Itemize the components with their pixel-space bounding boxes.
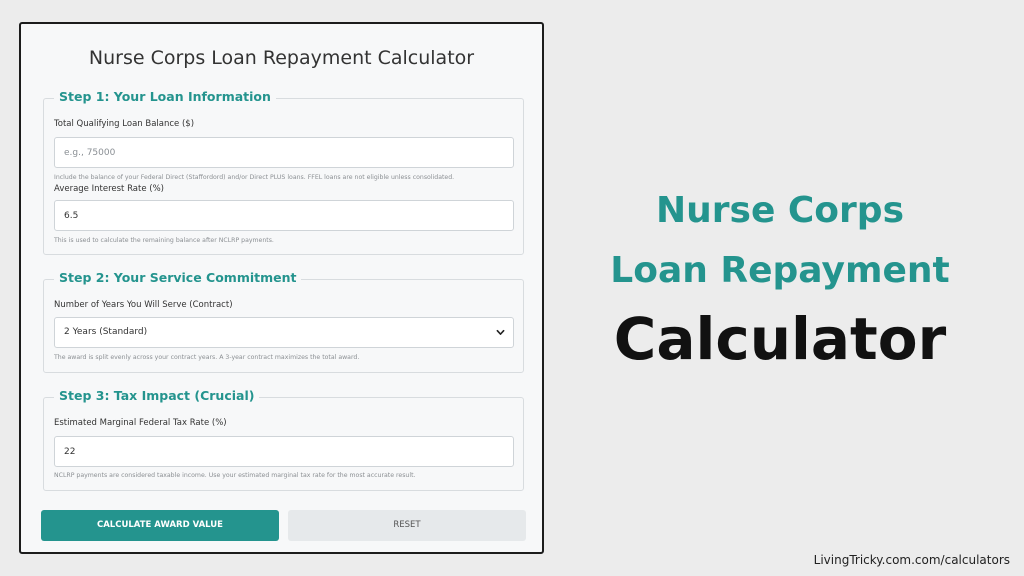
chevron-down-icon: [496, 329, 505, 335]
service-years-label: Number of Years You Will Serve (Contract…: [54, 300, 233, 310]
step3-section: Step 3: Tax Impact (Crucial) Estimated M…: [43, 388, 524, 491]
loan-balance-input[interactable]: [54, 137, 514, 168]
tax-rate-input[interactable]: [54, 436, 514, 467]
service-years-selected-value: 2 Years (Standard): [64, 327, 148, 337]
hero-line-1: Nurse Corps: [656, 190, 904, 231]
interest-rate-input[interactable]: [54, 200, 514, 231]
step2-heading: Step 2: Your Service Commitment: [54, 270, 302, 285]
tax-rate-hint: NCLRP payments are considered taxable in…: [54, 472, 416, 479]
step2-section: Step 2: Your Service Commitment Number o…: [43, 270, 524, 373]
calculator-card: Nurse Corps Loan Repayment Calculator St…: [19, 22, 544, 554]
step3-heading: Step 3: Tax Impact (Crucial): [54, 388, 260, 403]
interest-rate-hint: This is used to calculate the remaining …: [54, 237, 274, 244]
reset-button[interactable]: RESET: [288, 510, 526, 541]
service-years-select[interactable]: 2 Years (Standard): [54, 317, 514, 348]
service-years-hint: The award is split evenly across your co…: [54, 354, 360, 361]
step1-heading: Step 1: Your Loan Information: [54, 89, 276, 104]
hero-line-3: Calculator: [613, 305, 947, 373]
calculator-title: Nurse Corps Loan Repayment Calculator: [88, 47, 475, 69]
loan-balance-label: Total Qualifying Loan Balance ($): [54, 119, 195, 129]
tax-rate-label: Estimated Marginal Federal Tax Rate (%): [54, 418, 227, 428]
interest-rate-label: Average Interest Rate (%): [54, 184, 164, 194]
calculate-button[interactable]: CALCULATE AWARD VALUE: [41, 510, 279, 541]
step1-section: Step 1: Your Loan Information Total Qual…: [43, 89, 524, 255]
footer-url: LivingTricky.com.com/calculators: [813, 553, 1010, 567]
loan-balance-hint: Include the balance of your Federal Dire…: [54, 174, 455, 181]
hero-line-2: Loan Repayment: [610, 250, 950, 291]
